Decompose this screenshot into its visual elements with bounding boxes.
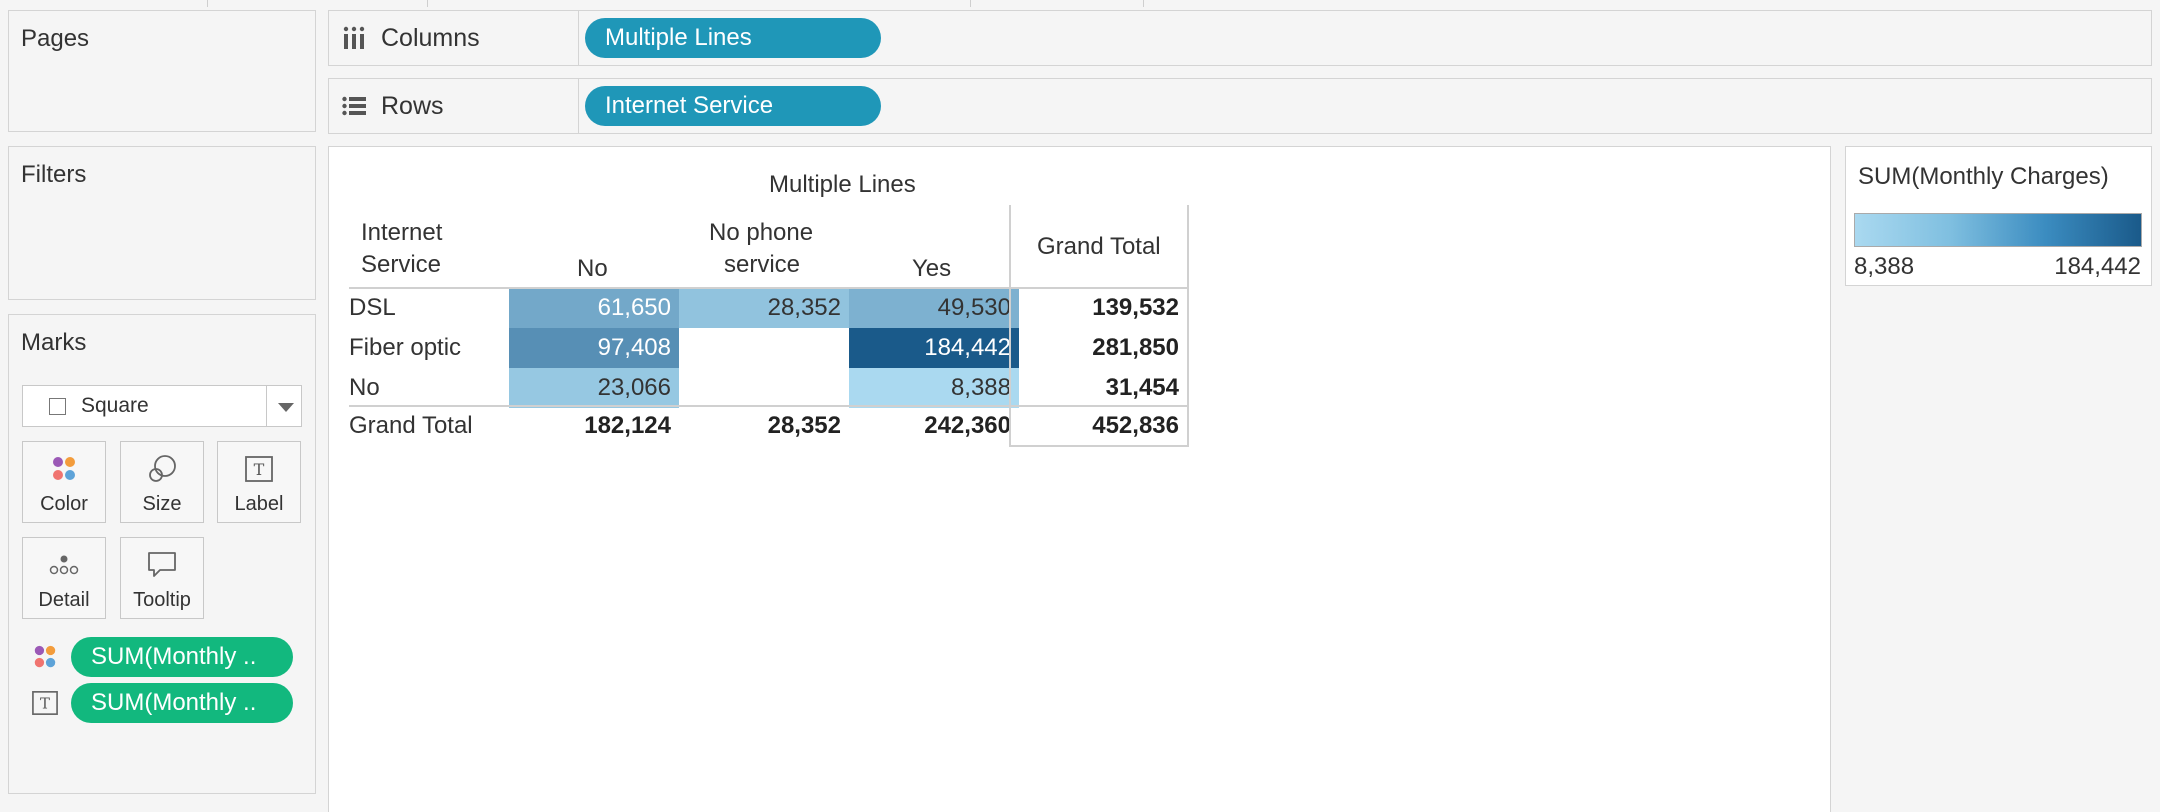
column-total-cell: 242,360: [924, 412, 1011, 439]
heatmap-cell[interactable]: 61,650: [509, 288, 679, 328]
pages-card[interactable]: Pages: [8, 10, 316, 132]
rows-label: Rows: [381, 91, 444, 120]
tableau-workspace: Pages Filters Marks Square Color Size T …: [0, 0, 2160, 812]
color-dots-icon: [23, 452, 105, 486]
marks-title: Marks: [21, 329, 87, 356]
label-field-pill[interactable]: SUM(Monthly ..: [71, 683, 293, 723]
row-label-no: No: [349, 374, 380, 401]
row-label-dsl: DSL: [349, 294, 396, 321]
size-circles-icon: [121, 452, 203, 486]
legend-title: SUM(Monthly Charges): [1858, 163, 2109, 190]
size-button[interactable]: Size: [120, 441, 204, 523]
square-mark-icon: [49, 398, 66, 415]
color-label: Color: [40, 493, 88, 515]
columns-icon: [341, 25, 367, 51]
legend-max-label: 184,442: [2054, 253, 2141, 280]
column-header-no: No: [577, 255, 608, 282]
row-label-fiber-optic: Fiber optic: [349, 334, 462, 361]
view-canvas[interactable]: Multiple Lines Internet Service No No ph…: [328, 146, 1831, 812]
row-header-line2: Service: [361, 251, 442, 278]
columns-shelf[interactable]: Columns Multiple Lines: [328, 10, 2152, 66]
heatmap-cell[interactable]: 8,388: [849, 368, 1019, 408]
column-header-no-phone-line1: No phone: [709, 219, 814, 246]
grand-total-row-label: Grand Total: [349, 412, 473, 439]
heatmap-cell[interactable]: 23,066: [509, 368, 679, 408]
color-legend[interactable]: SUM(Monthly Charges) 8,388 184,442: [1845, 146, 2152, 286]
columns-label: Columns: [381, 23, 480, 52]
columns-shelf-label: Columns: [329, 11, 579, 65]
column-header-title: Multiple Lines: [769, 171, 916, 198]
text-label-icon: T: [31, 689, 59, 717]
chevron-down-icon[interactable]: [278, 403, 294, 412]
mark-type-label: Square: [81, 394, 149, 417]
heatmap-cell[interactable]: 97,408: [509, 328, 679, 368]
detail-dots-icon: [23, 548, 105, 582]
tooltip-button[interactable]: Tooltip: [120, 537, 204, 619]
row-total-cell: 31,454: [1105, 374, 1179, 401]
row-total-cell: 281,850: [1092, 334, 1179, 361]
label-label: Label: [234, 493, 284, 515]
heatmap-cell[interactable]: [679, 368, 849, 408]
column-header-no-phone-line2: service: [724, 251, 801, 278]
detail-button[interactable]: Detail: [22, 537, 106, 619]
row-header-line1: Internet: [361, 219, 443, 246]
size-label: Size: [142, 493, 182, 515]
rows-shelf-label: Rows: [329, 79, 579, 133]
columns-pill-multiple-lines[interactable]: Multiple Lines: [585, 18, 881, 58]
heatmap-cell[interactable]: 28,352: [679, 288, 849, 328]
rows-icon: [341, 93, 367, 119]
legend-min-label: 8,388: [1854, 253, 1915, 280]
heatmap-cell[interactable]: [679, 328, 849, 368]
column-total-cell: 182,124: [584, 412, 671, 439]
tooltip-label: Tooltip: [133, 589, 191, 611]
svg-text:T: T: [40, 695, 50, 713]
color-dots-icon: [31, 643, 59, 671]
color-button[interactable]: Color: [22, 441, 106, 523]
detail-label: Detail: [38, 589, 90, 611]
rows-shelf[interactable]: Rows Internet Service: [328, 78, 2152, 134]
label-field-row: T SUM(Monthly ..: [31, 683, 307, 723]
filters-card[interactable]: Filters: [8, 146, 316, 300]
color-field-pill[interactable]: SUM(Monthly ..: [71, 637, 293, 677]
filters-title: Filters: [21, 161, 87, 188]
top-strip: [0, 0, 2160, 8]
pages-title: Pages: [21, 25, 90, 52]
heatmap-cell[interactable]: 49,530: [849, 288, 1019, 328]
svg-text:T: T: [254, 460, 265, 479]
row-total-cell: 139,532: [1092, 294, 1179, 321]
mark-type-dropdown[interactable]: Square: [22, 385, 302, 427]
text-label-icon: T: [218, 452, 300, 486]
grand-total-cell: 452,836: [1092, 412, 1179, 439]
heatmap-cell[interactable]: 184,442: [849, 328, 1019, 368]
legend-color-ramp: [1854, 213, 2142, 247]
column-total-cell: 28,352: [767, 412, 841, 439]
rows-pill-internet-service[interactable]: Internet Service: [585, 86, 881, 126]
column-header-yes: Yes: [912, 255, 952, 282]
label-button[interactable]: T Label: [217, 441, 301, 523]
marks-card: Marks Square Color Size T Label Detail T…: [8, 314, 316, 794]
speech-bubble-icon: [121, 548, 203, 582]
color-field-row: SUM(Monthly ..: [31, 637, 307, 677]
column-header-grand-total: Grand Total: [1037, 233, 1161, 260]
